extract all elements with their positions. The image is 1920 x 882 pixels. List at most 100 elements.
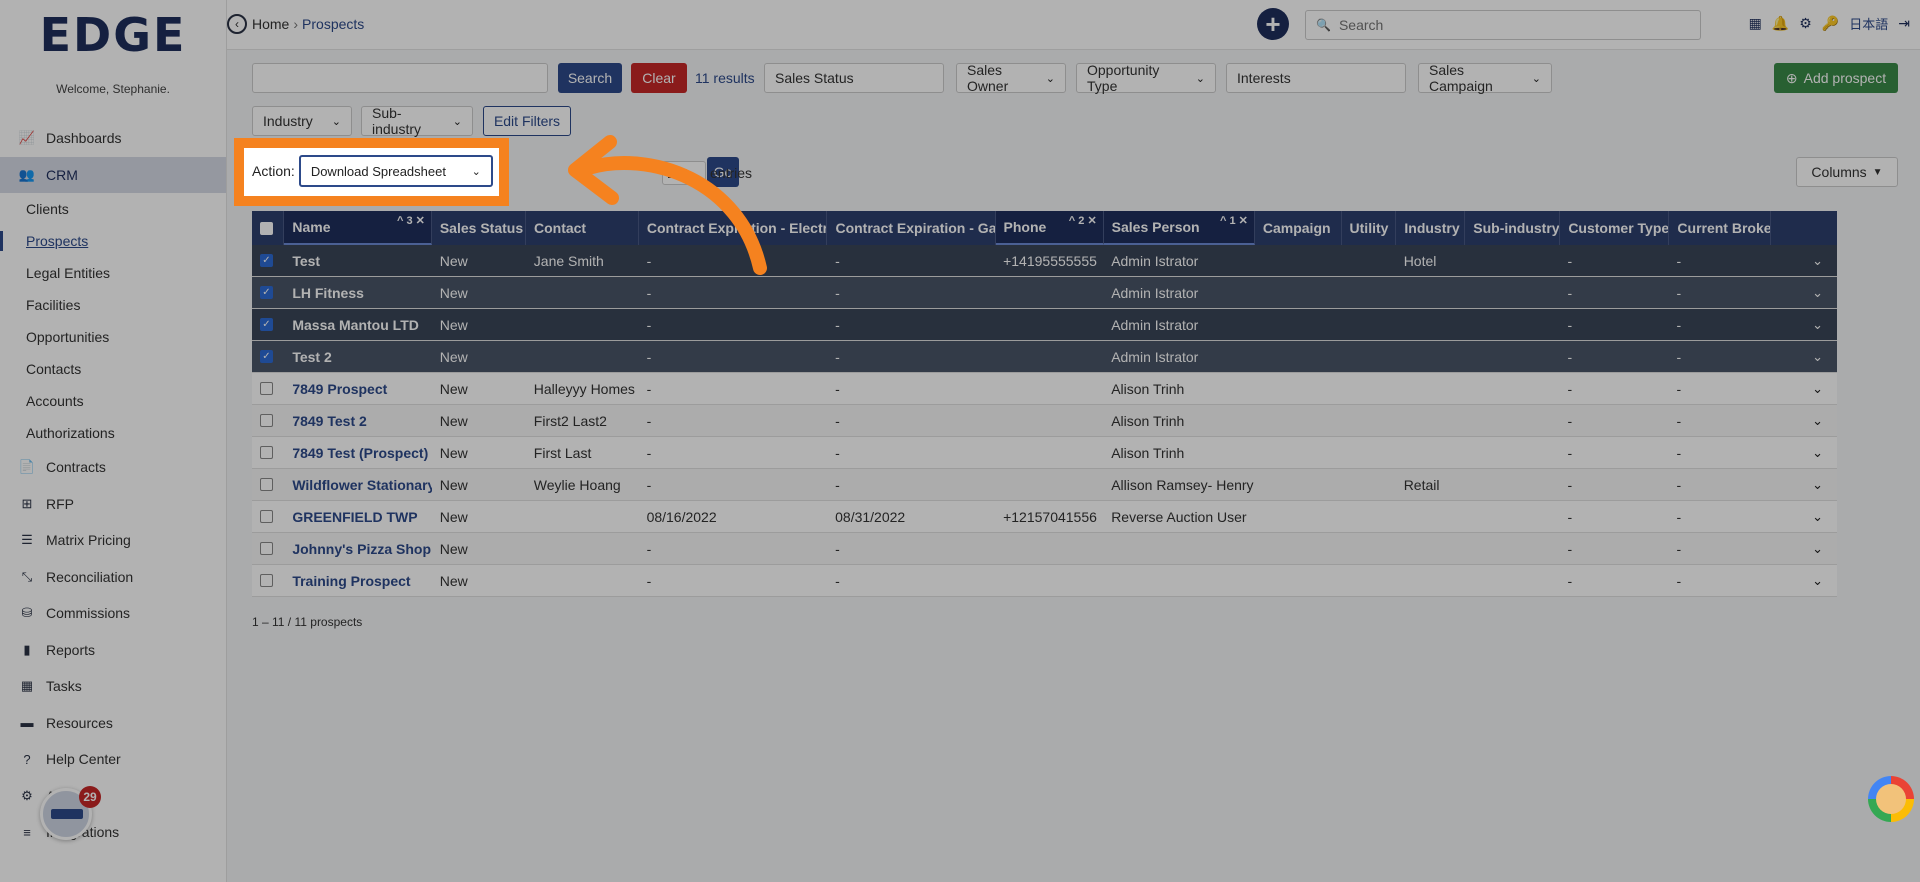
table-row[interactable]: ✓ Test New Jane Smith - - +14195555555 Admin Is… xyxy=(252,245,1837,277)
breadcrumb-home[interactable]: Home xyxy=(252,16,289,32)
column-contact[interactable]: Contact xyxy=(526,211,639,245)
global-search-input[interactable] xyxy=(1338,17,1679,33)
row-checkbox[interactable] xyxy=(260,574,273,587)
sidebar-item-tasks[interactable]: ▦ Tasks xyxy=(0,668,226,705)
sidebar-item-integrations[interactable]: ≡Integrations xyxy=(0,814,226,851)
table-row[interactable]: 7849 Prospect New Halleyyy Homes - - Alison T… xyxy=(252,373,1837,405)
column-sales-status[interactable]: Sales Status xyxy=(432,211,526,245)
assistant-avatar-button[interactable] xyxy=(1868,776,1914,822)
sales-owner-filter[interactable]: Sales Owner ⌄ xyxy=(956,62,1066,94)
interests-filter[interactable]: Interests xyxy=(1226,63,1406,93)
cell-name[interactable]: Test 2 xyxy=(284,341,431,373)
industry-filter[interactable]: Industry ⌄ xyxy=(252,106,352,136)
chevron-down-icon[interactable]: ⌄ xyxy=(1812,413,1823,429)
chevron-down-icon[interactable]: ⌄ xyxy=(1812,445,1823,461)
row-checkbox[interactable] xyxy=(260,382,273,395)
sidebar-subitem-opportunities[interactable]: Opportunities xyxy=(0,321,226,353)
edit-filters-button[interactable]: Edit Filters xyxy=(483,106,571,136)
sub-industry-filter[interactable]: Sub-industry ⌄ xyxy=(361,105,473,137)
column-customer-type[interactable]: Customer Type xyxy=(1560,211,1670,245)
cell-name[interactable]: Massa Mantou LTD xyxy=(284,309,431,341)
row-checkbox[interactable]: ✓ xyxy=(260,286,273,299)
notification-widget[interactable]: 29 xyxy=(40,786,101,840)
sidebar-item-dashboards[interactable]: 📈 Dashboards xyxy=(0,120,226,157)
logout-icon[interactable]: ⇥ xyxy=(1898,15,1910,32)
sidebar-item-matrix-pricing[interactable]: ☰ Matrix Pricing xyxy=(0,522,226,559)
quick-add-button[interactable]: + xyxy=(1257,8,1289,40)
cell-name[interactable]: GREENFIELD TWP xyxy=(284,501,431,533)
cell-name[interactable]: Johnny's Pizza Shop xyxy=(284,533,431,565)
language-switch[interactable]: 日本語 xyxy=(1849,14,1888,33)
opportunity-type-filter[interactable]: Opportunity Type ⌄ xyxy=(1076,62,1216,94)
bell-icon[interactable]: 🔔 xyxy=(1772,15,1789,32)
column-current-broker[interactable]: Current Broker xyxy=(1669,211,1772,245)
sort-indicator[interactable]: ^ 2 ✕ xyxy=(1069,214,1097,227)
row-checkbox[interactable] xyxy=(260,510,273,523)
row-checkbox[interactable]: ✓ xyxy=(260,350,273,363)
chevron-down-icon[interactable]: ⌄ xyxy=(1812,477,1823,493)
cell-name[interactable]: 7849 Test 2 xyxy=(284,405,431,437)
cell-name[interactable]: 7849 Test (Prospect) xyxy=(284,437,431,469)
column-sub-industry[interactable]: Sub-industry xyxy=(1465,211,1561,245)
sidebar-item-reports[interactable]: ▮ Reports xyxy=(0,632,226,669)
row-checkbox[interactable] xyxy=(260,414,273,427)
chevron-down-icon[interactable]: ⌄ xyxy=(1812,381,1823,397)
calendar-icon[interactable]: ▦ xyxy=(1749,15,1762,32)
column-industry[interactable]: Industry xyxy=(1396,211,1466,245)
chevron-down-icon[interactable]: ⌄ xyxy=(1812,285,1823,301)
chevron-down-icon[interactable]: ⌄ xyxy=(1812,349,1823,365)
chevron-down-icon[interactable]: ⌄ xyxy=(1812,573,1823,589)
action-select[interactable]: Download Spreadsheet ⌄ xyxy=(298,155,493,187)
clear-button[interactable]: Clear xyxy=(631,63,687,93)
sidebar-subitem-contacts[interactable]: Contacts xyxy=(0,353,226,385)
column-sales-person[interactable]: Sales Person ^ 1 ✕ xyxy=(1103,211,1255,245)
sort-indicator[interactable]: ^ 3 ✕ xyxy=(397,214,425,227)
cell-name[interactable]: 7849 Prospect xyxy=(284,373,431,405)
table-row[interactable]: Johnny's Pizza Shop New - - - - ⌄ xyxy=(252,533,1837,565)
sales-campaign-filter[interactable]: Sales Campaign ⌄ xyxy=(1418,62,1552,94)
sidebar-item-help-center[interactable]: ? Help Center xyxy=(0,741,226,778)
add-prospect-button[interactable]: ⊕ Add prospect xyxy=(1774,63,1898,93)
entries-select[interactable]: 100 xyxy=(662,161,706,185)
cell-name[interactable]: LH Fitness xyxy=(284,277,431,309)
column-phone[interactable]: Phone ^ 2 ✕ xyxy=(995,211,1104,245)
sidebar-item-admin[interactable]: ⚙Admin xyxy=(0,778,226,815)
table-row[interactable]: ✓ LH Fitness New - - Admin Istrator - - ⌄ xyxy=(252,277,1837,309)
columns-button[interactable]: Columns ▼ xyxy=(1796,157,1898,187)
table-row[interactable]: ✓ Test 2 New - - Admin Istrator - - ⌄ xyxy=(252,341,1837,373)
sidebar-subitem-prospects[interactable]: Prospects xyxy=(0,225,226,257)
table-row[interactable]: ✓ Massa Mantou LTD New - - Admin Istrator - - ⌄ xyxy=(252,309,1837,341)
sidebar-subitem-authorizations[interactable]: Authorizations xyxy=(0,417,226,449)
chevron-down-icon[interactable]: ⌄ xyxy=(1812,509,1823,525)
sidebar-subitem-accounts[interactable]: Accounts xyxy=(0,385,226,417)
sidebar-item-contracts[interactable]: 📄 Contracts xyxy=(0,449,226,486)
table-row[interactable]: Training Prospect New - - - - ⌄ xyxy=(252,565,1837,597)
edge-logo[interactable]: EDGE xyxy=(0,12,226,58)
sidebar-item-rfp[interactable]: ⊞ RFP xyxy=(0,486,226,523)
table-row[interactable]: Wildflower Stationary New Weylie Hoang - - Al… xyxy=(252,469,1837,501)
row-checkbox[interactable]: ✓ xyxy=(260,254,273,267)
column-campaign[interactable]: Campaign xyxy=(1255,211,1342,245)
table-row[interactable]: GREENFIELD TWP New 08/16/2022 08/31/2022 +12… xyxy=(252,501,1837,533)
cell-name[interactable]: Training Prospect xyxy=(284,565,431,597)
row-checkbox[interactable]: ✓ xyxy=(260,318,273,331)
prospect-search-input[interactable] xyxy=(252,63,548,93)
chevron-down-icon[interactable]: ⌄ xyxy=(1812,317,1823,333)
chevron-down-icon[interactable]: ⌄ xyxy=(1812,541,1823,557)
sidebar-subitem-legal-entities[interactable]: Legal Entities xyxy=(0,257,226,289)
search-button[interactable]: Search xyxy=(558,63,622,93)
sidebar-item-reconciliation[interactable]: ⤡ Reconciliation xyxy=(0,559,226,596)
sidebar-subitem-clients[interactable]: Clients xyxy=(0,193,226,225)
table-row[interactable]: 7849 Test (Prospect) New First Last - - Aliso… xyxy=(252,437,1837,469)
column-contract-expiration-gas[interactable]: Contract Expiration - Gas xyxy=(827,211,996,245)
cell-name[interactable]: Wildflower Stationary xyxy=(284,469,431,501)
row-checkbox[interactable] xyxy=(260,542,273,555)
sort-indicator[interactable]: ^ 1 ✕ xyxy=(1220,214,1248,227)
cell-name[interactable]: Test xyxy=(284,245,431,277)
back-arrow-icon[interactable]: ‹ xyxy=(227,14,247,34)
global-search[interactable]: 🔍 xyxy=(1305,10,1701,40)
select-all-checkbox[interactable] xyxy=(260,221,273,235)
key-icon[interactable]: 🔑 xyxy=(1822,15,1839,32)
row-checkbox[interactable] xyxy=(260,446,273,459)
row-checkbox[interactable] xyxy=(260,478,273,491)
